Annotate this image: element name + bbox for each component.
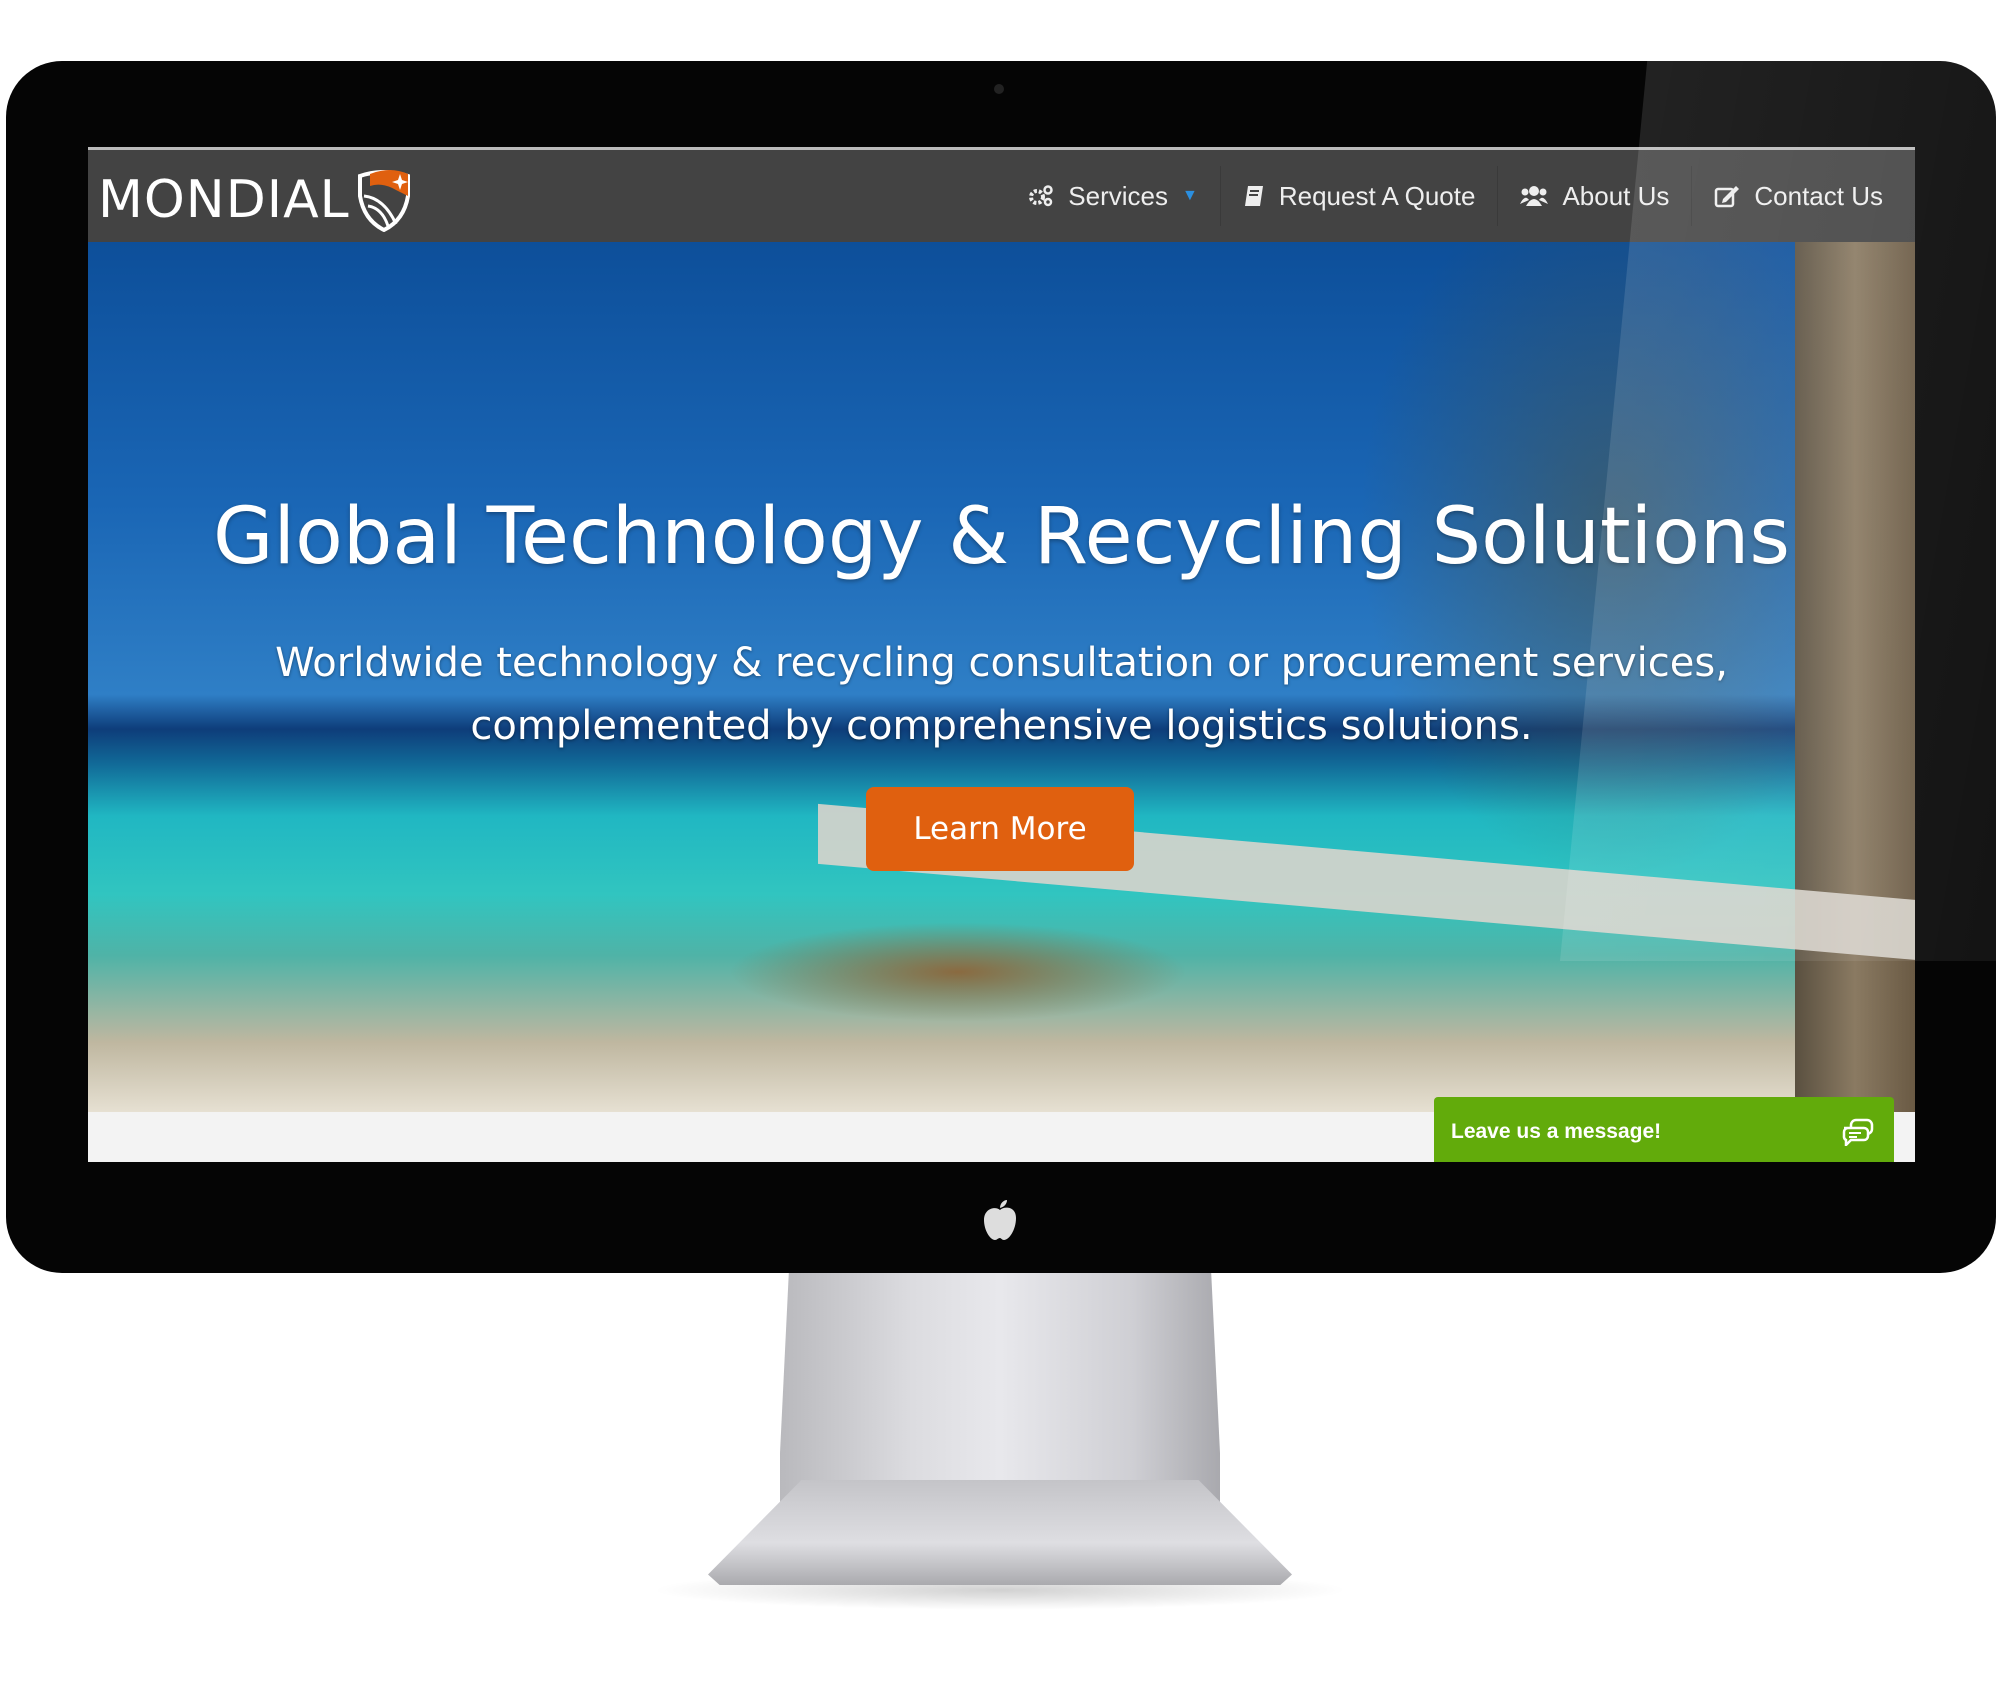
chat-bubbles-icon	[1842, 1118, 1874, 1146]
apple-logo-icon	[984, 1200, 1016, 1240]
hero-title: Global Technology & Recycling Solutions	[212, 492, 1791, 582]
logo[interactable]: MONDIAL	[98, 168, 412, 232]
hero-section: Global Technology & Recycling Solutions …	[88, 242, 1915, 1112]
nav-request-quote-label: Request A Quote	[1278, 180, 1476, 211]
nav-about-us[interactable]: About Us	[1497, 166, 1691, 226]
chevron-down-icon: ▼	[1182, 187, 1198, 204]
nav-about-us-label: About Us	[1562, 180, 1670, 211]
users-icon	[1520, 186, 1549, 206]
hero-subtitle: Worldwide technology & recycling consult…	[275, 640, 1728, 749]
nav-contact-us-label: Contact Us	[1754, 180, 1883, 211]
navbar: MONDIAL Services ▼ Request A Quote About…	[88, 147, 1915, 242]
rocks	[728, 922, 1188, 1022]
palm-leaves	[1315, 242, 1815, 942]
edit-icon	[1715, 186, 1740, 208]
monitor-base	[708, 1480, 1292, 1585]
leave-message-widget[interactable]: Leave us a message!	[1434, 1097, 1894, 1162]
camera-icon	[994, 84, 1004, 94]
nav-contact-us[interactable]: Contact Us	[1691, 166, 1905, 226]
logo-text: MONDIAL	[98, 170, 350, 230]
learn-more-button[interactable]: Learn More	[866, 787, 1134, 871]
website-screen: Global Technology & Recycling Solutions …	[88, 147, 1915, 1162]
nav-services-label: Services	[1068, 180, 1168, 211]
gears-icon	[1029, 185, 1054, 207]
nav-request-quote[interactable]: Request A Quote	[1219, 166, 1498, 226]
shield-logo-icon	[357, 170, 410, 232]
book-icon	[1244, 186, 1263, 206]
nav-services[interactable]: Services ▼	[1006, 166, 1220, 226]
chat-label: Leave us a message!	[1451, 1120, 1662, 1143]
